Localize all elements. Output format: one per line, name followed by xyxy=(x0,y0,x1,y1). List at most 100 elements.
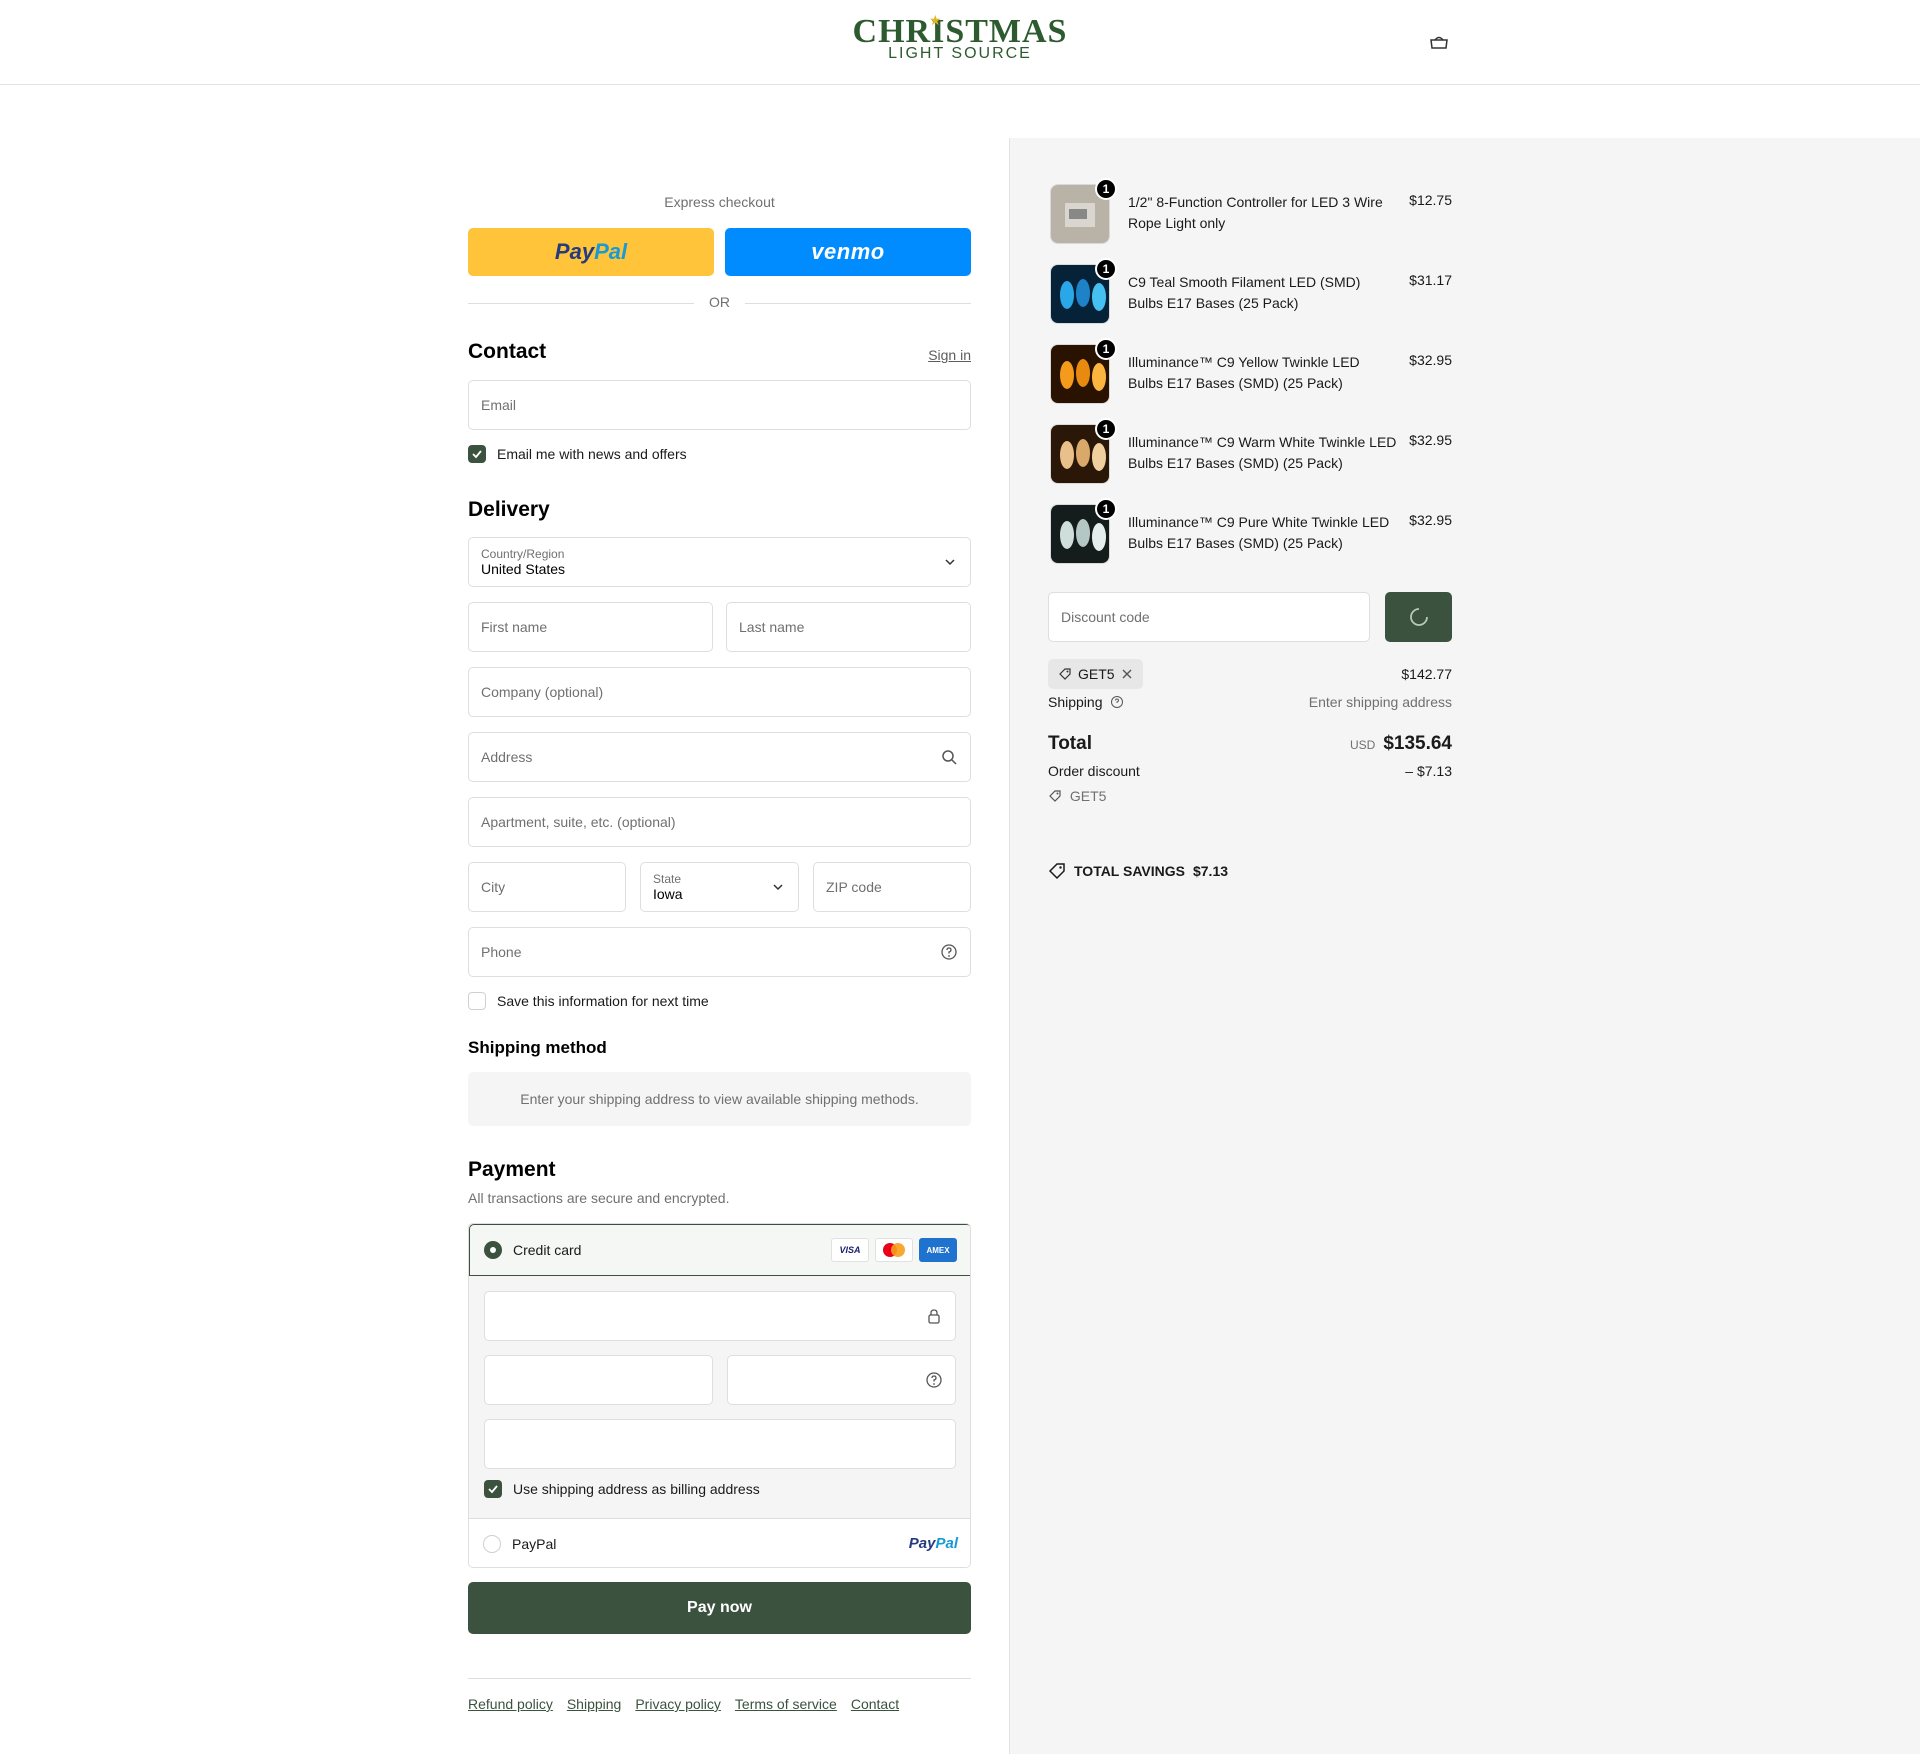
city-field[interactable]: City xyxy=(468,862,626,912)
express-checkout-label: Express checkout xyxy=(664,194,775,210)
brand-name: CHRISTMAS xyxy=(852,13,1068,50)
payment-title: Payment xyxy=(468,1158,556,1181)
discount-code-input[interactable]: Discount code xyxy=(1048,592,1370,642)
savings-value: $7.13 xyxy=(1192,863,1229,879)
or-divider: OR xyxy=(468,294,971,312)
news-checkbox[interactable] xyxy=(468,445,486,463)
discount-code-name: GET5 xyxy=(1069,788,1107,804)
country-label: Country/Region xyxy=(481,547,565,561)
terms-link[interactable]: Terms of service xyxy=(735,1696,837,1712)
product-price: $32.95 xyxy=(1409,352,1452,368)
paypal-radio[interactable] xyxy=(483,1534,501,1553)
footer-links: Refund policy Shipping Privacy policy Te… xyxy=(468,1696,899,1712)
spinner-icon xyxy=(1409,608,1428,626)
card-logos: VISA AMEX xyxy=(831,1238,957,1262)
billing-checkbox[interactable] xyxy=(484,1480,502,1498)
discount-tag: GET5 xyxy=(1048,659,1143,689)
shipping-method-title: Shipping method xyxy=(468,1038,607,1057)
product-price: $32.95 xyxy=(1409,432,1452,448)
refund-policy-link[interactable]: Refund policy xyxy=(468,1696,553,1712)
mastercard-icon xyxy=(875,1238,913,1262)
news-opt-in[interactable]: Email me with news and offers xyxy=(468,445,687,463)
total-amount: $135.64 xyxy=(1383,733,1452,754)
paypal-logo: PayPal xyxy=(908,1535,958,1552)
subtotal-value: $142.77 xyxy=(1401,666,1452,682)
payment-subtitle: All transactions are secure and encrypte… xyxy=(468,1190,730,1206)
help-icon[interactable] xyxy=(925,1371,943,1389)
line-item: 1 Illuminance™ C9 Warm White Twinkle LED… xyxy=(1048,378,1452,484)
state-select[interactable]: State Iowa xyxy=(640,862,799,912)
name-on-card-field[interactable] xyxy=(484,1419,956,1469)
security-code-field[interactable] xyxy=(727,1355,956,1405)
line-item: 1 1/2" 8-Function Controller for LED 3 W… xyxy=(1048,138,1452,244)
close-icon[interactable] xyxy=(1121,668,1133,680)
country-select[interactable]: Country/Region United States xyxy=(468,537,971,587)
paypal-option[interactable]: PayPal PayPal xyxy=(469,1518,970,1567)
tag-icon xyxy=(1049,790,1061,802)
email-placeholder: Email xyxy=(481,397,517,413)
quantity-badge: 1 xyxy=(1095,178,1117,200)
check-icon xyxy=(488,1485,498,1494)
payment-methods: Credit card VISA AMEX Use shipping addre… xyxy=(468,1223,971,1568)
credit-card-label: Credit card xyxy=(513,1242,582,1258)
help-icon[interactable] xyxy=(940,943,958,961)
card-number-field[interactable] xyxy=(484,1291,956,1341)
expiry-field[interactable] xyxy=(484,1355,713,1405)
last-name-field[interactable]: Last name xyxy=(726,602,971,652)
discount-amount: – $7.13 xyxy=(1405,763,1452,779)
phone-field[interactable]: Phone xyxy=(468,927,971,977)
country-value: United States xyxy=(481,561,566,577)
company-field[interactable]: Company (optional) xyxy=(468,667,971,717)
credit-card-radio[interactable] xyxy=(484,1241,502,1259)
address-field[interactable]: Address xyxy=(468,732,971,782)
sign-in-link[interactable]: Sign in xyxy=(928,347,971,363)
product-price: $32.95 xyxy=(1409,512,1452,528)
contact-link[interactable]: Contact xyxy=(851,1696,899,1712)
quantity-badge: 1 xyxy=(1095,258,1117,280)
zip-field[interactable]: ZIP code xyxy=(813,862,971,912)
save-info-opt[interactable]: Save this information for next time xyxy=(468,992,709,1010)
brand-logo[interactable]: CHRISTMAS ★ LIGHT SOURCE xyxy=(820,12,1100,70)
shipping-label: Shipping xyxy=(1048,694,1103,710)
line-item: 1 C9 Teal Smooth Filament LED (SMD) Bulb… xyxy=(1048,218,1452,324)
help-icon[interactable] xyxy=(1110,695,1124,709)
contact-title: Contact xyxy=(468,340,547,363)
apply-discount-button[interactable] xyxy=(1385,592,1452,642)
search-icon xyxy=(942,750,957,765)
venmo-express-button[interactable]: venmo xyxy=(725,228,971,276)
email-field[interactable]: Email xyxy=(468,380,971,430)
or-text: OR xyxy=(709,294,730,310)
order-discount-row: Order discount xyxy=(1048,763,1452,779)
tag-icon xyxy=(1048,863,1065,880)
shipping-link[interactable]: Shipping xyxy=(567,1696,622,1712)
chevron-down-icon xyxy=(945,559,955,566)
visa-icon: VISA xyxy=(831,1238,869,1262)
total-label: Total xyxy=(1048,733,1092,754)
total-value: USD $135.64 xyxy=(1350,733,1452,755)
first-name-field[interactable]: First name xyxy=(468,602,713,652)
currency-code: USD xyxy=(1349,738,1376,752)
lock-icon xyxy=(928,1309,940,1324)
shipping-value: Enter shipping address xyxy=(1308,694,1452,710)
save-info-label: Save this information for next time xyxy=(497,993,709,1009)
tag-icon xyxy=(1059,668,1071,680)
line-item: 1 Illuminance™ C9 Yellow Twinkle LED Bul… xyxy=(1048,298,1452,404)
privacy-policy-link[interactable]: Privacy policy xyxy=(635,1696,721,1712)
apartment-field[interactable]: Apartment, suite, etc. (optional) xyxy=(468,797,971,847)
line-item: 1 Illuminance™ C9 Pure White Twinkle LED… xyxy=(1048,458,1452,564)
save-info-checkbox[interactable] xyxy=(468,992,486,1010)
quantity-badge: 1 xyxy=(1095,498,1117,520)
paypal-label: PayPal xyxy=(512,1535,557,1552)
quantity-badge: 1 xyxy=(1095,418,1117,440)
savings-label: TOTAL SAVINGS xyxy=(1074,863,1185,879)
star-icon: ★ xyxy=(929,12,942,28)
pay-now-button[interactable]: Pay now xyxy=(468,1582,971,1634)
billing-same-opt[interactable]: Use shipping address as billing address xyxy=(484,1480,760,1498)
credit-card-option[interactable]: Credit card VISA AMEX xyxy=(469,1224,970,1276)
paypal-express-button[interactable]: Pay Pal xyxy=(468,228,714,276)
cart-icon[interactable] xyxy=(1428,32,1450,52)
order-discount-label: Order discount xyxy=(1048,763,1140,779)
shipping-method-message: Enter your shipping address to view avai… xyxy=(468,1072,971,1126)
shipping-row: Shipping Enter shipping address xyxy=(1048,694,1452,710)
check-icon xyxy=(472,450,482,459)
